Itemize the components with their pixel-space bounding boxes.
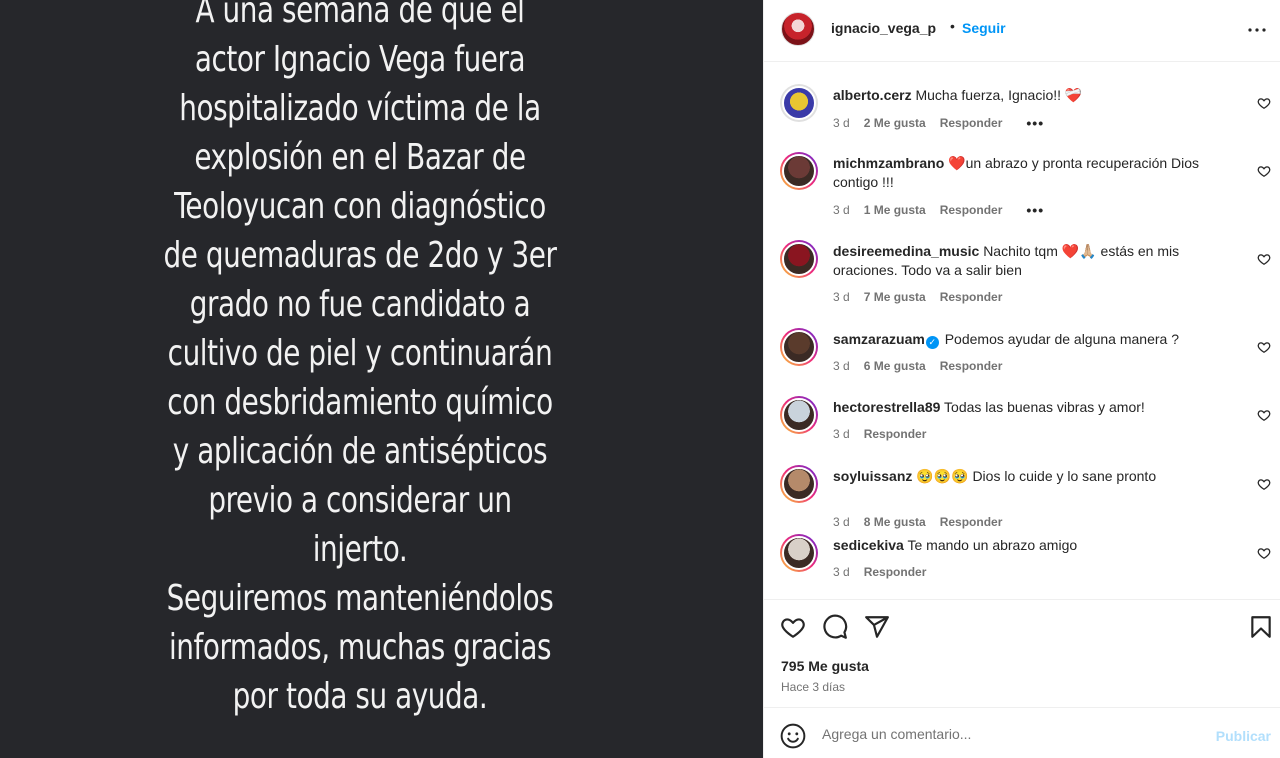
reply-button[interactable]: Responder	[940, 359, 1003, 373]
comment-body: sedicekiva Te mando un abrazo amigo	[833, 536, 1233, 555]
comment-body: alberto.cerz Mucha fuerza, Ignacio!! ❤️‍…	[833, 86, 1233, 105]
comment-meta: 3 d 8 Me gusta Responder	[833, 515, 1002, 529]
comment-like-heart-icon[interactable]	[1257, 340, 1271, 354]
post-caption-line: con desbridamiento químico	[167, 382, 553, 423]
comment-meta: 3 d Responder	[833, 565, 926, 579]
header-separator: •	[950, 18, 955, 34]
author-username[interactable]: ignacio_vega_p	[831, 20, 936, 36]
comment-likes[interactable]: 8 Me gusta	[864, 515, 926, 529]
bookmark-icon[interactable]	[1248, 614, 1274, 640]
comment-more-icon[interactable]: •••	[1026, 115, 1044, 131]
comment-username[interactable]: michmzambrano	[833, 155, 944, 171]
heart-icon[interactable]	[780, 614, 806, 640]
post-timestamp: Hace 3 días	[781, 680, 846, 694]
comment-body: soyluissanz 🥹🥹🥹 Dios lo cuide y lo sane …	[833, 467, 1233, 486]
comment-icon[interactable]	[822, 614, 848, 640]
comment-like-heart-icon[interactable]	[1257, 477, 1271, 491]
comment-likes[interactable]: 7 Me gusta	[864, 290, 926, 304]
comment-time: 3 d	[833, 515, 850, 529]
comment-username[interactable]: sedicekiva	[833, 537, 904, 553]
comment-time: 3 d	[833, 203, 850, 217]
comment-body: hectorestrella89 Todas las buenas vibras…	[833, 398, 1233, 417]
publish-button[interactable]: Publicar	[1216, 728, 1271, 744]
more-horizontal-icon[interactable]	[1245, 18, 1269, 42]
post-caption-line: grado no fue candidato a	[189, 284, 531, 325]
comment-avatar[interactable]	[780, 328, 818, 366]
post-caption-line: Seguiremos manteniéndolos	[166, 578, 554, 619]
comment-meta: 3 d 7 Me gusta Responder	[833, 290, 1002, 304]
comment-like-heart-icon[interactable]	[1257, 96, 1271, 110]
comment-text: Te mando un abrazo amigo	[907, 537, 1078, 553]
likes-count[interactable]: 795 Me gusta	[781, 658, 869, 674]
comment-more-icon[interactable]: •••	[1026, 202, 1044, 218]
comment-text: 🥹🥹🥹 Dios lo cuide y lo sane pronto	[916, 468, 1157, 484]
post-caption-line: y aplicación de antisépticos	[172, 431, 548, 472]
comment-text: Todas las buenas vibras y amor!	[944, 399, 1145, 415]
comment-avatar[interactable]	[780, 396, 818, 434]
comment-time: 3 d	[833, 116, 850, 130]
comment-input[interactable]	[822, 721, 1202, 747]
comment-body: desireemedina_music Nachito tqm ❤️🙏🏼 est…	[833, 242, 1233, 280]
comment-time: 3 d	[833, 427, 850, 441]
comments-list[interactable]: alberto.cerz Mucha fuerza, Ignacio!! ❤️‍…	[764, 62, 1280, 599]
comment-username[interactable]: desireemedina_music	[833, 243, 979, 259]
post-caption-line: hospitalizado víctima de la	[179, 88, 541, 129]
post-caption-line: explosión en el Bazar de	[194, 137, 526, 178]
post-caption-line: cultivo de piel y continuarán	[167, 333, 553, 374]
comment-meta: 3 d 1 Me gusta Responder •••	[833, 202, 1044, 218]
smile-icon[interactable]	[780, 723, 806, 749]
comment-avatar[interactable]	[780, 465, 818, 503]
comment-composer: Publicar	[764, 707, 1280, 758]
post-caption-line: A una semana de que el	[195, 0, 525, 31]
comment-text: Podemos ayudar de alguna manera ?	[944, 331, 1179, 347]
comment-avatar[interactable]	[780, 152, 818, 190]
post-caption-line: Teoloyucan con diagnóstico	[174, 186, 546, 227]
post-caption-line: actor Ignacio Vega fuera	[194, 39, 526, 80]
comment-like-heart-icon[interactable]	[1257, 164, 1271, 178]
comment-likes[interactable]: 2 Me gusta	[864, 116, 926, 130]
reply-button[interactable]: Responder	[940, 203, 1003, 217]
comment-username[interactable]: samzarazuam	[833, 331, 925, 347]
comment-avatar[interactable]	[780, 240, 818, 278]
verified-badge-icon: ✓	[925, 336, 939, 349]
post-image: A una semana de que el actor Ignacio Vega…	[0, 0, 763, 758]
comment-avatar[interactable]	[780, 534, 818, 572]
comment-avatar[interactable]	[780, 84, 818, 122]
post-caption-line: injerto.	[312, 529, 408, 570]
comment-like-heart-icon[interactable]	[1257, 408, 1271, 422]
post-caption-text: A una semana de que el actor Ignacio Vega…	[50, 0, 669, 721]
reply-button[interactable]: Responder	[940, 116, 1003, 130]
comment-meta: 3 d 6 Me gusta Responder	[833, 359, 1002, 373]
comment-body: michmzambrano ❤️un abrazo y pronta recup…	[833, 154, 1233, 192]
reply-button[interactable]: Responder	[864, 427, 927, 441]
comment-like-heart-icon[interactable]	[1257, 546, 1271, 560]
post-caption-line: de quemaduras de 2do y 3er	[163, 235, 557, 276]
reply-button[interactable]: Responder	[864, 565, 927, 579]
comment-text: Mucha fuerza, Ignacio!! ❤️‍🩹	[915, 87, 1083, 103]
reply-button[interactable]: Responder	[940, 290, 1003, 304]
author-avatar[interactable]	[781, 12, 815, 46]
post-caption-line: informados, muchas gracias	[168, 627, 552, 668]
comment-body: samzarazuam ✓ Podemos ayudar de alguna ma…	[833, 330, 1233, 349]
comment-likes[interactable]: 6 Me gusta	[864, 359, 926, 373]
post-side-panel: ignacio_vega_p • Seguir alberto.cerz Muc…	[763, 0, 1280, 758]
comment-time: 3 d	[833, 290, 850, 304]
reply-button[interactable]: Responder	[940, 515, 1003, 529]
post-header: ignacio_vega_p • Seguir	[764, 0, 1280, 62]
comment-time: 3 d	[833, 359, 850, 373]
comment-meta: 3 d Responder	[833, 427, 926, 441]
post-actions: 795 Me gusta Hace 3 días	[764, 599, 1280, 707]
comment-like-heart-icon[interactable]	[1257, 252, 1271, 266]
comment-username[interactable]: hectorestrella89	[833, 399, 940, 415]
comment-username[interactable]: soyluissanz	[833, 468, 912, 484]
follow-button[interactable]: Seguir	[962, 20, 1006, 36]
post-caption-line: por toda su ayuda.	[232, 676, 488, 717]
comment-time: 3 d	[833, 565, 850, 579]
comment-username[interactable]: alberto.cerz	[833, 87, 912, 103]
share-icon[interactable]	[864, 614, 890, 640]
post-caption-line: previo a considerar un	[208, 480, 512, 521]
comment-meta: 3 d 2 Me gusta Responder •••	[833, 115, 1044, 131]
comment-likes[interactable]: 1 Me gusta	[864, 203, 926, 217]
